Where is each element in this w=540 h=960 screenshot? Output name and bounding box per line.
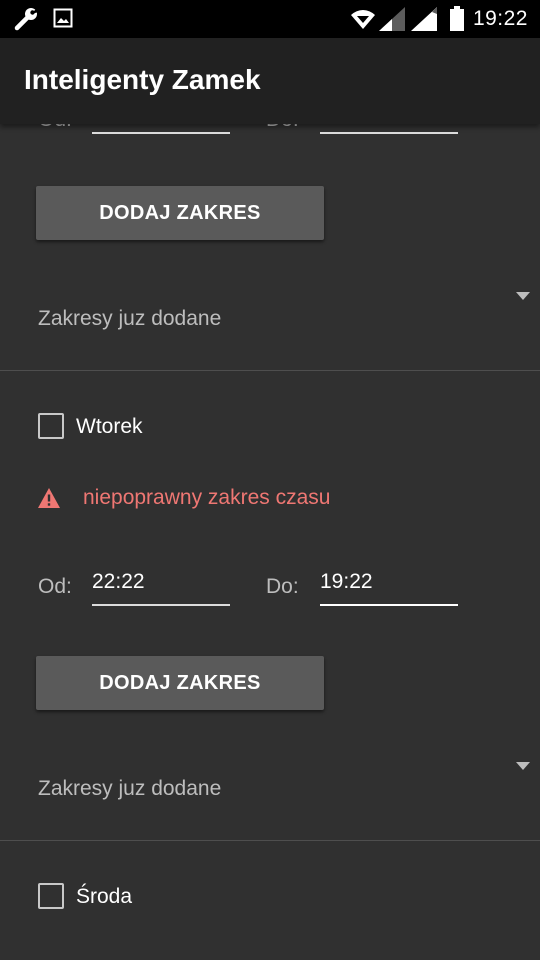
tuesday-label[interactable]: Wtorek bbox=[76, 415, 143, 439]
from-label: Od: bbox=[38, 575, 72, 598]
divider bbox=[0, 840, 540, 841]
ranges-spinner[interactable]: Zakresy juz dodane bbox=[38, 307, 221, 331]
signal-icon bbox=[379, 7, 405, 31]
screen: Od: Do: DODAJ ZAKRES Zakresy juz dodane … bbox=[0, 0, 540, 960]
app-title: Inteligenty Zamek bbox=[24, 64, 261, 95]
tuesday-checkbox[interactable] bbox=[38, 413, 64, 439]
warning-icon bbox=[38, 488, 60, 508]
wednesday-label[interactable]: Środa bbox=[76, 885, 132, 909]
signal-icon bbox=[411, 7, 437, 31]
dropdown-arrow-icon[interactable] bbox=[516, 292, 530, 300]
wrench-icon bbox=[14, 6, 39, 31]
add-range-button[interactable]: DODAJ ZAKRES bbox=[36, 656, 324, 710]
divider bbox=[0, 370, 540, 371]
status-bar: 19:22 bbox=[0, 0, 540, 38]
scroll-content[interactable]: Od: Do: DODAJ ZAKRES Zakresy juz dodane … bbox=[0, 0, 540, 960]
battery-icon bbox=[450, 6, 464, 31]
ranges-spinner[interactable]: Zakresy juz dodane bbox=[38, 777, 221, 801]
image-icon bbox=[53, 8, 73, 28]
to-time-field[interactable]: 19:22 bbox=[320, 566, 458, 606]
wifi-icon bbox=[351, 10, 375, 29]
add-range-button[interactable]: DODAJ ZAKRES bbox=[36, 186, 324, 240]
app-bar: Inteligenty Zamek bbox=[0, 38, 540, 124]
wednesday-checkbox[interactable] bbox=[38, 883, 64, 909]
clock: 19:22 bbox=[472, 7, 528, 30]
to-label: Do: bbox=[266, 575, 299, 598]
dropdown-arrow-icon[interactable] bbox=[516, 762, 530, 770]
from-time-field[interactable]: 22:22 bbox=[92, 566, 230, 606]
error-message: niepoprawny zakres czasu bbox=[83, 486, 331, 509]
